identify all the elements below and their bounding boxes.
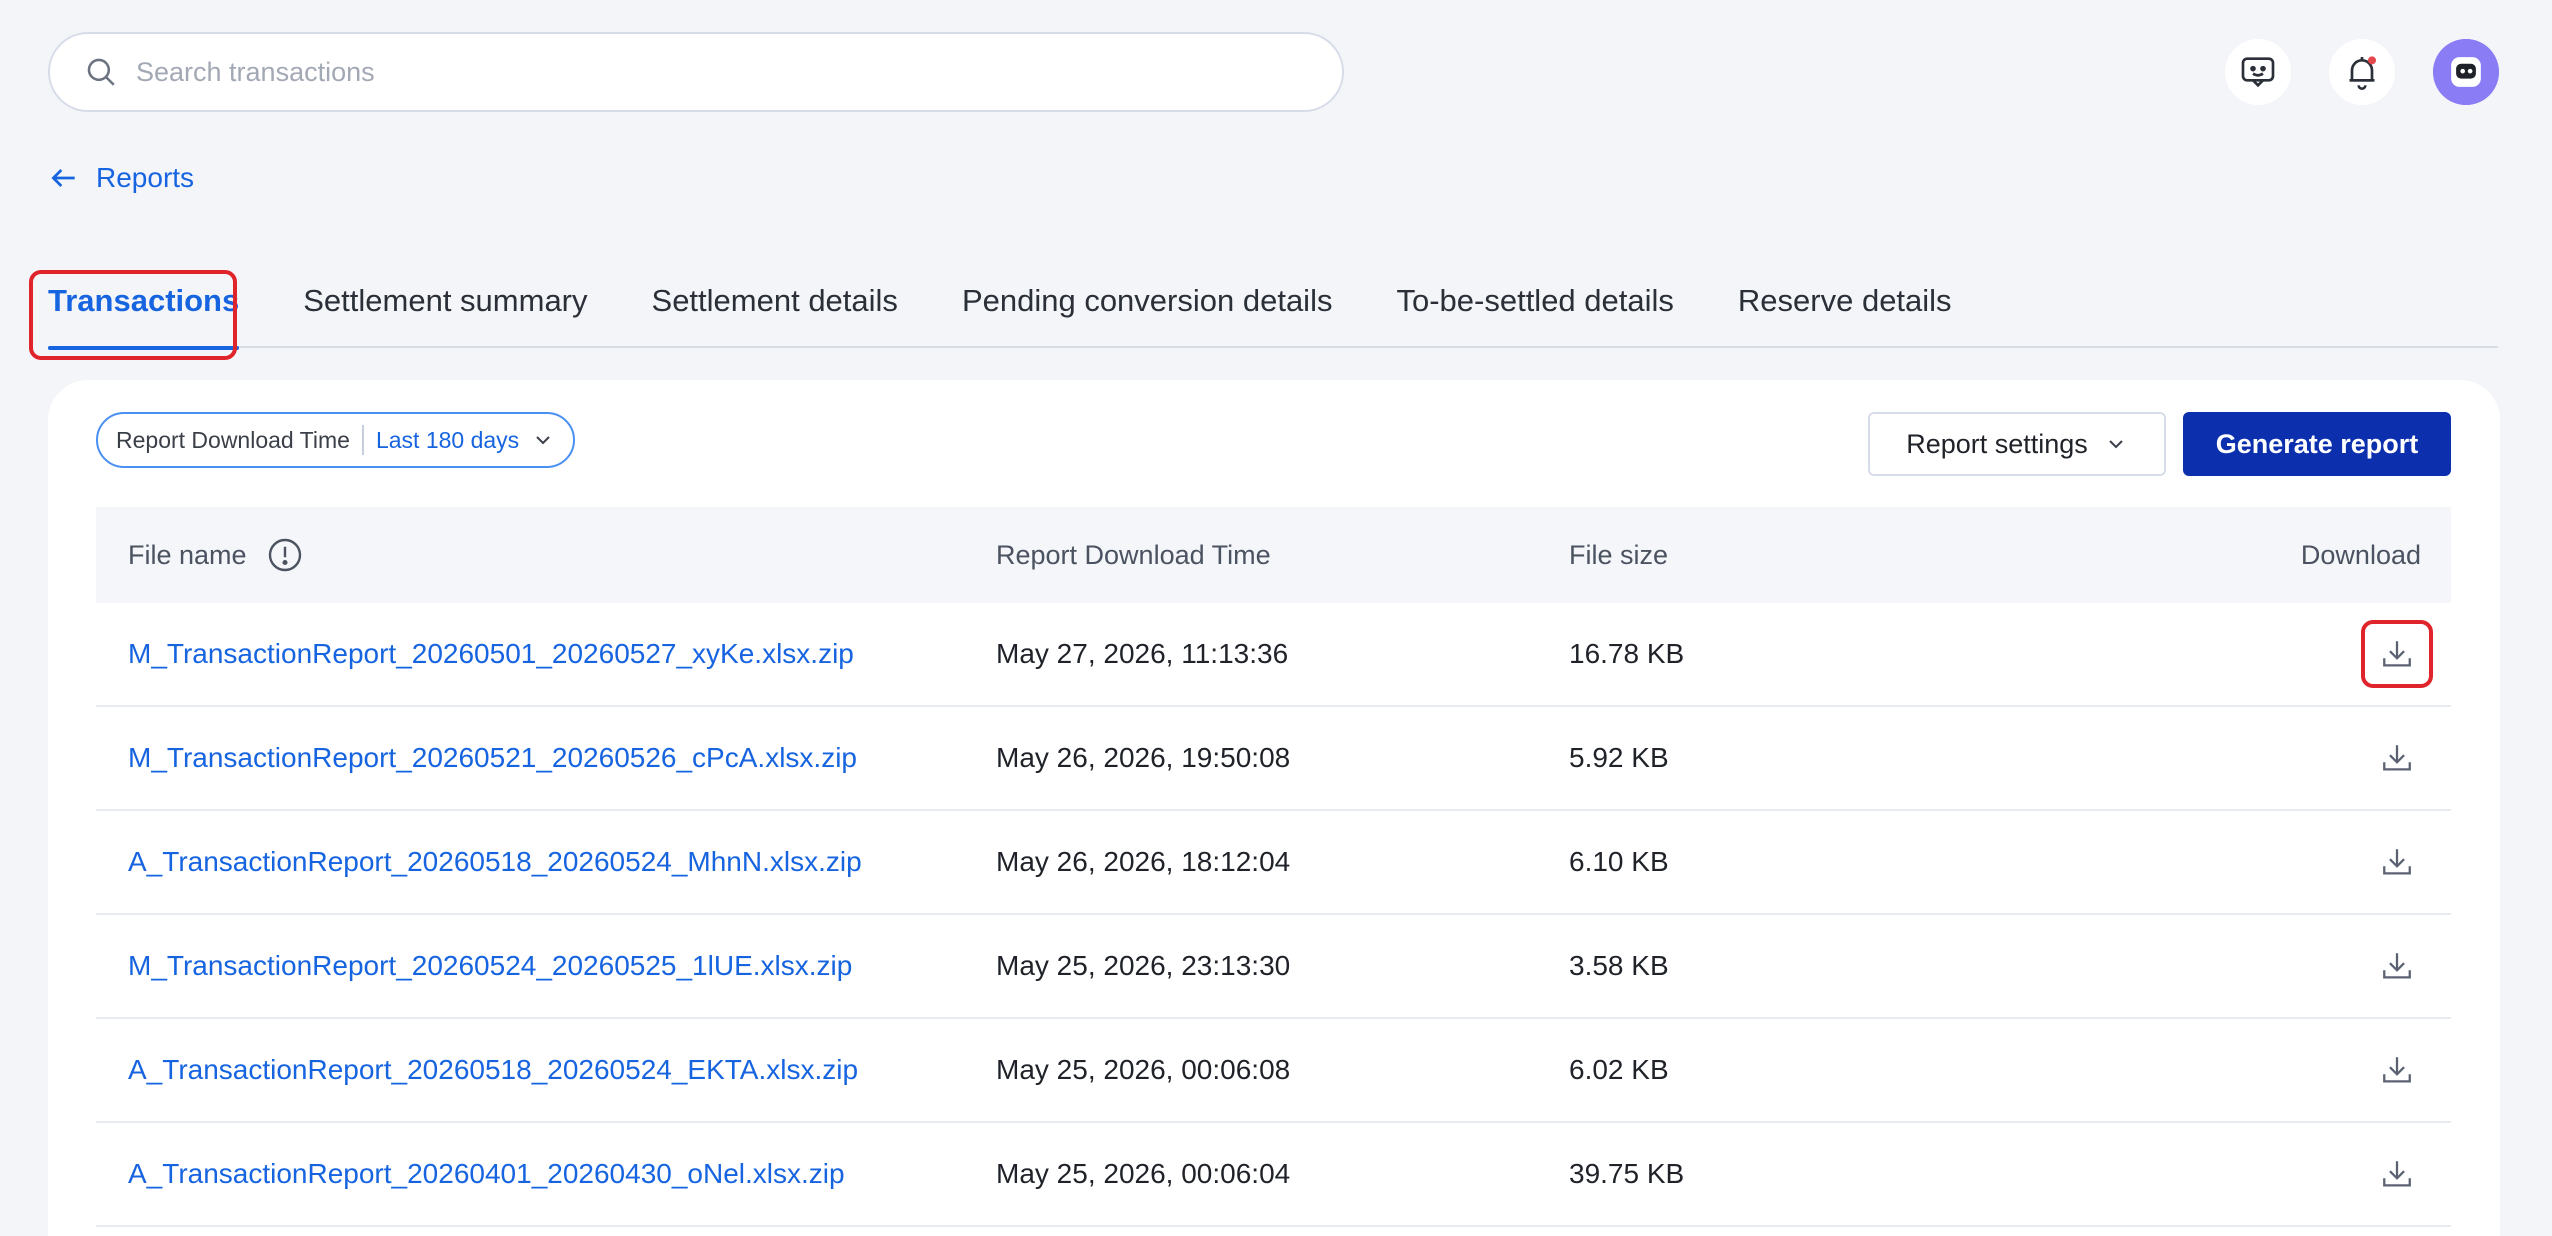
download-time-filter[interactable]: Report Download Time Last 180 days <box>96 412 576 468</box>
tab-settlement-details[interactable]: Settlement details <box>652 270 898 348</box>
header-download-time: Report Download Time <box>996 539 1271 570</box>
table-row: A_TransactionReport_20260518_20260524_Mh… <box>96 811 2451 915</box>
header-download: Download <box>2300 539 2421 570</box>
notifications-button[interactable] <box>2329 39 2395 105</box>
download-icon <box>2383 953 2411 979</box>
file-name-link[interactable]: A_TransactionReport_20260401_20260430_oN… <box>128 1158 845 1190</box>
chevron-down-icon <box>2109 440 2123 449</box>
file-size-cell: 16.78 KB <box>1569 638 1685 669</box>
arrow-left-icon <box>51 169 75 187</box>
robot-avatar-icon <box>2433 39 2499 105</box>
download-time-cell: May 25, 2026, 00:06:04 <box>996 1158 1291 1189</box>
file-name-link[interactable]: M_TransactionReport_20260524_20260525_1l… <box>128 950 852 982</box>
table-row: A_TransactionReport_20260401_20260430_oN… <box>96 1123 2451 1227</box>
report-tabs: Transactions Settlement summary Settleme… <box>48 270 2498 350</box>
download-button[interactable] <box>2361 1036 2433 1104</box>
reports-card: Report Download Time Last 180 days Repor… <box>48 380 2500 1236</box>
download-icon <box>2383 641 2411 667</box>
info-icon[interactable] <box>267 537 303 573</box>
download-button[interactable] <box>2361 1140 2433 1208</box>
filter-value: Last 180 days <box>375 426 520 453</box>
download-button[interactable] <box>2361 620 2433 688</box>
avatar[interactable] <box>2433 39 2499 105</box>
reports-table: File name Report Download Time File size… <box>96 507 2451 1227</box>
filter-divider <box>361 425 364 455</box>
download-button[interactable] <box>2361 724 2433 792</box>
download-icon <box>2383 745 2411 771</box>
table-row: M_TransactionReport_20260524_20260525_1l… <box>96 915 2451 1019</box>
file-size-cell: 6.02 KB <box>1569 1054 1669 1085</box>
tab-to-be-settled-details[interactable]: To-be-settled details <box>1396 270 1673 348</box>
table-row: A_TransactionReport_20260518_20260524_EK… <box>96 1019 2451 1123</box>
file-name-link[interactable]: A_TransactionReport_20260518_20260524_EK… <box>128 1054 858 1086</box>
file-size-cell: 5.92 KB <box>1569 742 1669 773</box>
download-icon <box>2383 1057 2411 1083</box>
generate-report-button[interactable]: Generate report <box>2183 412 2451 476</box>
back-to-reports-link[interactable]: Reports <box>48 162 194 194</box>
download-icon <box>2383 1161 2411 1187</box>
file-name-link[interactable]: A_TransactionReport_20260518_20260524_Mh… <box>128 846 862 878</box>
tab-settlement-summary[interactable]: Settlement summary <box>303 270 587 348</box>
download-time-cell: May 26, 2026, 19:50:08 <box>996 742 1291 773</box>
table-header: File name Report Download Time File size… <box>96 507 2451 603</box>
download-time-cell: May 26, 2026, 18:12:04 <box>996 846 1291 877</box>
search-icon <box>87 58 115 86</box>
filter-label: Report Download Time <box>116 426 350 453</box>
file-size-cell: 6.10 KB <box>1569 846 1669 877</box>
download-time-cell: May 25, 2026, 23:13:30 <box>996 950 1291 981</box>
chevron-down-icon <box>536 436 550 445</box>
download-button[interactable] <box>2361 932 2433 1000</box>
header-file-size: File size <box>1569 539 1669 570</box>
back-label: Reports <box>96 162 195 193</box>
download-time-cell: May 25, 2026, 00:06:08 <box>996 1054 1291 1085</box>
search-bar[interactable] <box>48 32 1344 112</box>
download-time-cell: May 27, 2026, 11:13:36 <box>996 638 1289 669</box>
download-button[interactable] <box>2361 828 2433 896</box>
file-name-link[interactable]: M_TransactionReport_20260521_20260526_cP… <box>128 742 857 774</box>
header-file-name-label: File name <box>128 539 247 570</box>
feedback-icon <box>2241 57 2275 88</box>
tab-reserve-details[interactable]: Reserve details <box>1738 270 1952 348</box>
report-settings-button[interactable]: Report settings <box>1868 412 2166 476</box>
bell-icon <box>2349 56 2376 90</box>
download-icon <box>2383 849 2411 875</box>
header-file-name: File name <box>96 537 996 573</box>
report-settings-label: Report settings <box>1906 428 2088 459</box>
tab-transactions[interactable]: Transactions <box>48 270 240 350</box>
table-row: M_TransactionReport_20260521_20260526_cP… <box>96 707 2451 811</box>
file-size-cell: 39.75 KB <box>1569 1158 1685 1189</box>
table-row: M_TransactionReport_20260501_20260527_xy… <box>96 603 2451 707</box>
feedback-button[interactable] <box>2225 39 2291 105</box>
file-name-link[interactable]: M_TransactionReport_20260501_20260527_xy… <box>128 638 854 670</box>
file-size-cell: 3.58 KB <box>1569 950 1669 981</box>
search-input[interactable] <box>136 56 1236 88</box>
tab-pending-conversion-details[interactable]: Pending conversion details <box>962 270 1333 348</box>
